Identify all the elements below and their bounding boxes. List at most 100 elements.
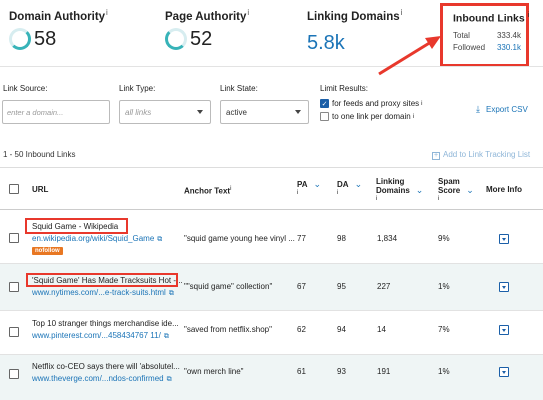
- export-csv-label: Export CSV: [485, 105, 528, 114]
- row-linking-domains: 191: [377, 367, 391, 376]
- row-pa: 67: [297, 282, 306, 291]
- info-icon[interactable]: i: [247, 8, 249, 17]
- link-state-select[interactable]: active: [220, 100, 309, 124]
- highlight-box: [26, 273, 178, 287]
- external-link-icon[interactable]: ⧉: [167, 376, 172, 383]
- info-icon[interactable]: i: [413, 114, 414, 120]
- row-spam-score: 7%: [438, 325, 450, 334]
- check-icon[interactable]: ✓: [320, 99, 329, 108]
- row-anchor-text: ""squid game" collection": [184, 282, 273, 291]
- row-spam-score: 9%: [438, 234, 450, 243]
- chevron-down-icon[interactable]: ⌄: [416, 185, 424, 195]
- info-icon[interactable]: i: [106, 8, 108, 17]
- followed-value[interactable]: 330.1k: [497, 43, 521, 52]
- annotation-arrow-icon: [378, 36, 441, 76]
- results-count: 1 - 50 Inbound Links: [3, 150, 76, 159]
- external-link-icon[interactable]: ⧉: [157, 236, 162, 243]
- one-link-per-domain-checkbox[interactable]: to one link per domain i: [320, 112, 414, 121]
- info-icon[interactable]: i: [376, 195, 423, 204]
- export-csv-button[interactable]: ⤓ Export CSV: [476, 104, 528, 115]
- external-link-icon[interactable]: ⧉: [164, 333, 169, 340]
- row-linking-domains: 1,834: [377, 234, 398, 243]
- row-checkbox[interactable]: [9, 327, 19, 337]
- checkbox-box[interactable]: [320, 112, 329, 121]
- page-authority-label: Page Authority: [165, 10, 247, 23]
- link-type-select[interactable]: all links: [119, 100, 211, 124]
- domain-authority-metric: Domain Authorityi 58: [9, 8, 108, 51]
- row-da: 98: [337, 234, 346, 243]
- info-icon[interactable]: i: [297, 189, 321, 198]
- page-authority-value: 52: [190, 27, 213, 50]
- total-value: 333.4k: [496, 30, 521, 40]
- row-pa: 62: [297, 325, 306, 334]
- pa-header[interactable]: PA ⌄ i: [297, 180, 321, 198]
- table-row[interactable]: Top 10 stranger things merchandise ide..…: [0, 311, 543, 355]
- more-info-header: More Info: [486, 185, 522, 194]
- info-icon[interactable]: i: [438, 195, 474, 204]
- limit-results-label: Limit Results:: [320, 84, 369, 93]
- row-linking-domains: 227: [377, 282, 391, 291]
- row-checkbox[interactable]: [9, 233, 19, 243]
- feeds-proxy-label: for feeds and proxy sites: [332, 99, 420, 108]
- domain-authority-label: Domain Authority: [9, 10, 106, 23]
- row-da: 94: [337, 325, 346, 334]
- row-checkbox[interactable]: [9, 369, 19, 379]
- linking-domains-header[interactable]: Linking Domains ⌄ i: [376, 177, 423, 204]
- chevron-down-icon[interactable]: ⌄: [355, 179, 363, 189]
- row-anchor-text: "own merch line": [184, 367, 244, 376]
- info-icon[interactable]: i: [337, 189, 362, 198]
- followed-label: Followed: [453, 42, 486, 52]
- inbound-links-label: Inbound Links: [453, 12, 525, 25]
- page-authority-metric: Page Authorityi 52: [165, 8, 249, 51]
- info-icon[interactable]: i: [230, 186, 231, 192]
- link-state-label: Link State:: [220, 84, 258, 93]
- row-spam-score: 1%: [438, 282, 450, 291]
- divider: [0, 66, 543, 67]
- spam-score-header[interactable]: Spam Score ⌄ i: [438, 177, 474, 204]
- nofollow-badge: nofollow: [32, 247, 63, 255]
- expand-more-info-button[interactable]: [499, 325, 509, 335]
- row-da: 93: [337, 367, 346, 376]
- caret-down-icon: [197, 110, 203, 114]
- link-state-value: active: [226, 108, 247, 117]
- row-title: Netflix co-CEO says there will 'absolute…: [32, 362, 180, 371]
- plus-icon: +: [432, 152, 440, 160]
- row-title: Top 10 stranger things merchandise ide..…: [32, 319, 179, 328]
- info-icon[interactable]: i: [421, 101, 422, 107]
- expand-more-info-button[interactable]: [499, 367, 509, 377]
- row-pa: 77: [297, 234, 306, 243]
- row-url-link[interactable]: en.wikipedia.org/wiki/Squid_Game ⧉: [32, 234, 162, 244]
- link-source-input[interactable]: enter a domain...: [2, 100, 110, 124]
- info-icon[interactable]: i: [528, 12, 530, 19]
- chevron-down-icon[interactable]: ⌄: [314, 179, 322, 189]
- authority-ring-icon: [9, 28, 31, 51]
- table-row[interactable]: Netflix co-CEO says there will 'absolute…: [0, 355, 543, 400]
- row-checkbox[interactable]: [9, 282, 19, 292]
- table-header: URL Anchor Texti PA ⌄ i DA ⌄ i Linking Domain…: [0, 167, 543, 210]
- linking-domains-label: Linking Domains: [307, 10, 400, 23]
- info-icon[interactable]: i: [401, 8, 403, 17]
- row-da: 95: [337, 282, 346, 291]
- expand-more-info-button[interactable]: [499, 282, 509, 292]
- external-link-icon[interactable]: ⧉: [169, 290, 174, 297]
- da-header[interactable]: DA ⌄ i: [337, 180, 362, 198]
- link-source-label: Link Source:: [3, 84, 48, 93]
- row-anchor-text: "squid game young hee vinyl ...: [184, 234, 295, 243]
- expand-more-info-button[interactable]: [499, 234, 509, 244]
- select-all-checkbox[interactable]: [9, 184, 19, 194]
- feeds-proxy-checkbox[interactable]: ✓ for feeds and proxy sites i: [320, 99, 423, 108]
- row-url-link[interactable]: www.theverge.com/...ndos-confirmed ⧉: [32, 374, 172, 384]
- row-linking-domains: 14: [377, 325, 386, 334]
- row-spam-score: 1%: [438, 367, 450, 376]
- link-type-value: all links: [125, 108, 152, 117]
- chevron-down-icon[interactable]: ⌄: [466, 185, 474, 195]
- anchor-text-header[interactable]: Anchor Texti: [184, 185, 231, 196]
- metrics-bar: Domain Authorityi 58 Page Authorityi 52 …: [0, 0, 543, 67]
- add-tracking-label: Add to Link Tracking List: [443, 150, 531, 159]
- table-row[interactable]: 'Squid Game' Has Made Tracksuits Hot -..…: [0, 264, 543, 311]
- add-to-tracking-button[interactable]: + Add to Link Tracking List: [432, 150, 530, 160]
- url-header[interactable]: URL: [32, 185, 48, 194]
- row-pa: 61: [297, 367, 306, 376]
- row-url-link[interactable]: www.pinterest.com/...458434767 11/⧉: [32, 331, 169, 341]
- row-url-link[interactable]: www.nytimes.com/...e-track-suits.html ⧉: [32, 288, 174, 298]
